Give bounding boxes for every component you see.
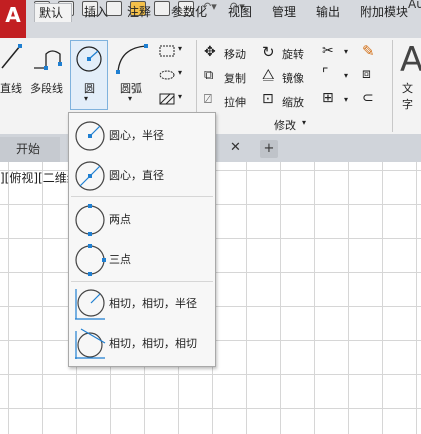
viewport-controls[interactable]: ][俯视][二维线	[0, 169, 79, 186]
line-icon[interactable]	[0, 42, 22, 72]
tab-annotate[interactable]: 注释	[123, 3, 155, 21]
chevron-down-icon: ▾	[344, 71, 349, 80]
hatch-icon[interactable]	[158, 92, 176, 106]
menu-item-label: 三点	[109, 253, 131, 266]
tab-insert[interactable]: 插入	[80, 3, 112, 21]
tab-default[interactable]: 默认	[34, 3, 72, 22]
chevron-down-icon: ▾	[84, 94, 89, 103]
rotate-icon[interactable]: ↻	[262, 43, 275, 61]
stretch-icon[interactable]: ⍁	[204, 92, 212, 107]
rectangle-icon[interactable]	[158, 44, 176, 58]
panel-divider	[392, 40, 393, 132]
chevron-down-icon: ▾	[302, 118, 307, 127]
circle-two-point-icon	[75, 204, 105, 236]
tab-manage[interactable]: 管理	[268, 3, 300, 21]
application-menu-button[interactable]: A	[0, 0, 26, 38]
menu-item-center-diameter[interactable]: 圆心，直径	[69, 155, 215, 195]
menu-item-label: 圆心，直径	[109, 169, 164, 182]
stretch-label[interactable]: 拉伸	[224, 94, 246, 110]
circle-center-radius-icon	[75, 121, 105, 151]
circle-center-diameter-icon	[75, 161, 105, 191]
menu-item-three-point[interactable]: 三点	[69, 239, 215, 279]
mirror-label[interactable]: 镜像	[282, 70, 304, 86]
chevron-down-icon: ▾	[344, 95, 349, 104]
tab-parametric[interactable]: 参数化	[167, 3, 211, 21]
scale-label[interactable]: 缩放	[282, 94, 304, 110]
arc-icon[interactable]	[114, 42, 152, 76]
tab-output[interactable]: 输出	[312, 3, 344, 21]
add-tab-button[interactable]: +	[260, 140, 278, 158]
menu-item-label: 相切，相切，相切	[109, 337, 197, 350]
mirror-icon[interactable]: ⧋	[262, 67, 275, 83]
modify-panel-title[interactable]: 修改	[274, 117, 296, 133]
offset-icon[interactable]: ⊂	[362, 90, 374, 106]
polyline-label[interactable]: 多段线	[30, 80, 63, 96]
circle-three-point-icon	[75, 244, 106, 276]
text-icon[interactable]: A	[400, 40, 421, 80]
menu-divider	[71, 196, 213, 197]
array-icon[interactable]: ⊞	[322, 90, 334, 106]
menu-item-center-radius[interactable]: 圆心，半径	[69, 115, 215, 155]
fillet-icon[interactable]: ⌜	[322, 66, 329, 82]
text-label[interactable]: 文字	[402, 80, 421, 112]
menu-item-label: 两点	[109, 213, 131, 226]
tab-start[interactable]: 开始	[0, 137, 60, 162]
chevron-down-icon: ▾	[344, 47, 349, 56]
trim-icon[interactable]: ✂	[322, 43, 334, 59]
erase-icon[interactable]: ✎	[362, 42, 375, 60]
menu-item-tan-tan-radius[interactable]: 相切，相切，半径	[69, 283, 215, 323]
menu-item-label: 圆心，半径	[109, 129, 164, 142]
menu-item-label: 相切，相切，半径	[109, 297, 197, 310]
polyline-icon[interactable]	[32, 44, 66, 72]
close-icon[interactable]: ✕	[230, 140, 241, 155]
chevron-down-icon: ▾	[178, 44, 183, 53]
tab-view[interactable]: 视图	[224, 3, 256, 21]
chevron-down-icon: ▾	[178, 68, 183, 77]
menu-item-tan-tan-tan[interactable]: 相切，相切，相切	[69, 323, 215, 363]
copy-icon[interactable]: ⧉	[204, 68, 213, 83]
move-icon[interactable]: ✥	[204, 44, 216, 60]
rotate-label[interactable]: 旋转	[282, 46, 304, 62]
explode-icon[interactable]: ⧈	[362, 66, 371, 82]
tab-addins[interactable]: 附加模块	[356, 3, 412, 21]
scale-icon[interactable]: ⊡	[262, 91, 274, 107]
circle-icon	[76, 46, 102, 72]
copy-label[interactable]: 复制	[224, 70, 246, 86]
circle-tan-tan-radius-icon	[75, 289, 105, 320]
ellipse-icon[interactable]	[158, 68, 176, 82]
chevron-down-icon: ▾	[128, 94, 133, 103]
line-label[interactable]: 直线	[0, 80, 22, 96]
menu-item-two-point[interactable]: 两点	[69, 199, 215, 239]
circle-dropdown-menu: 圆心，半径 圆心，直径 两点 三点 相切，相切，半径 相切，相切，相切	[68, 112, 216, 367]
chevron-down-icon: ▾	[178, 92, 183, 101]
menu-divider	[71, 281, 213, 282]
circle-tan-tan-tan-icon	[75, 328, 106, 359]
move-label[interactable]: 移动	[224, 46, 246, 62]
